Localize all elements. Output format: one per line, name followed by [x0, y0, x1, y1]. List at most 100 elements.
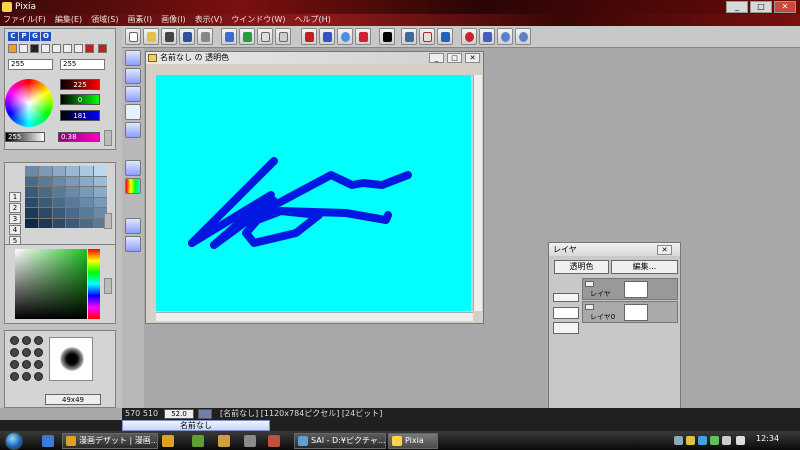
black-tool-icon[interactable] [30, 44, 39, 53]
dot-tool-icon[interactable] [41, 44, 50, 53]
doc-minimize-button[interactable]: _ [429, 53, 444, 63]
sphere2-icon[interactable] [515, 28, 531, 45]
color-scroll-button[interactable] [104, 130, 112, 146]
stamp-tool-button[interactable] [125, 218, 141, 234]
blue-slider[interactable]: 181 [60, 110, 100, 121]
black-swatch-icon[interactable] [379, 28, 395, 45]
transparent-button[interactable]: 透明色 [554, 260, 609, 274]
tray-icon-4[interactable] [710, 436, 719, 445]
brush-preset-5-icon[interactable] [22, 348, 31, 357]
maximize-button[interactable]: □ [750, 1, 772, 13]
zoom-field[interactable]: 52.0 [164, 409, 194, 419]
brush-preset-11-icon[interactable] [22, 372, 31, 381]
redo-icon[interactable] [239, 28, 255, 45]
document-tab[interactable]: 名前なし [122, 420, 270, 431]
tray-icon-1[interactable] [674, 436, 683, 445]
tab-g[interactable]: G [30, 32, 40, 41]
menu-region[interactable]: 領域(S) [91, 14, 118, 26]
task-pixia[interactable]: Pixia [388, 433, 438, 449]
zoom-arrow-icon[interactable] [198, 409, 212, 419]
copy-icon[interactable] [257, 28, 273, 45]
tab-c[interactable]: C [8, 32, 18, 41]
saturation-picker[interactable] [15, 249, 87, 319]
brush-preset-10-icon[interactable] [10, 372, 19, 381]
text-icon[interactable] [355, 28, 371, 45]
size-a-field[interactable]: 255 [8, 59, 53, 70]
menu-image[interactable]: 画像(I) [161, 14, 186, 26]
mask-icon[interactable] [479, 28, 495, 45]
pen-icon[interactable] [301, 28, 317, 45]
layer-visibility-checkbox[interactable] [585, 281, 594, 287]
stamp-icon[interactable] [197, 28, 213, 45]
document-vscroll[interactable] [473, 75, 482, 311]
flag-icon[interactable] [437, 28, 453, 45]
menu-pixel[interactable]: 画素(I) [127, 14, 152, 26]
media-quicklaunch-icon[interactable] [192, 435, 204, 447]
palette-row-3[interactable]: 3 [9, 214, 21, 224]
color-wheel[interactable] [5, 79, 53, 127]
doc-close-button[interactable]: ✕ [465, 53, 480, 63]
layer-edit-button[interactable]: 編集... [611, 260, 678, 274]
brush-preset-2-icon[interactable] [22, 336, 31, 345]
stamp-tool-icon[interactable] [85, 44, 94, 53]
tab-o[interactable]: O [41, 32, 51, 41]
eraser-tool-button[interactable] [125, 236, 141, 252]
close-button[interactable]: ✕ [774, 1, 796, 13]
red-slider[interactable]: 225 [60, 79, 100, 90]
lasso-tool-icon[interactable] [63, 44, 72, 53]
brush-icon[interactable] [319, 28, 335, 45]
open-icon[interactable] [143, 28, 159, 45]
brush-preset-7-icon[interactable] [10, 360, 19, 369]
layer-row[interactable]: レイヤ0 [582, 301, 678, 323]
pen-tool-icon[interactable] [19, 44, 28, 53]
pen-tool-button[interactable] [125, 50, 141, 66]
palette-scroll-button[interactable] [104, 213, 112, 229]
brush-preset-8-icon[interactable] [22, 360, 31, 369]
menu-edit[interactable]: 編集(E) [55, 14, 82, 26]
undo-icon[interactable] [221, 28, 237, 45]
fill-tool-icon[interactable] [8, 44, 17, 53]
tray-icon-3[interactable] [698, 436, 707, 445]
paste-icon[interactable] [275, 28, 291, 45]
sphere-icon[interactable] [497, 28, 513, 45]
opacity-slider[interactable]: 255 [5, 132, 45, 142]
menu-view[interactable]: 表示(V) [195, 14, 223, 26]
task-browser[interactable]: 漫画デザット | 漫画... [62, 433, 158, 449]
layer-tool-button[interactable] [125, 122, 141, 138]
drop-tool-icon[interactable] [52, 44, 61, 53]
target-icon[interactable] [461, 28, 477, 45]
shapes-icon[interactable] [419, 28, 435, 45]
ie-quicklaunch-icon[interactable] [42, 435, 54, 447]
size-b-field[interactable]: 255 [60, 59, 105, 70]
brush-preset-1-icon[interactable] [10, 336, 19, 345]
document-hscroll[interactable] [156, 312, 473, 321]
palette-row-4[interactable]: 4 [9, 225, 21, 235]
brush-preset-12-icon[interactable] [34, 372, 43, 381]
brush-preset-6-icon[interactable] [34, 348, 43, 357]
menu-file[interactable]: ファイル(F) [3, 14, 46, 26]
layer-row[interactable]: レイヤ [582, 278, 678, 300]
palette-grid[interactable] [25, 166, 107, 228]
globe-icon[interactable] [337, 28, 353, 45]
volume-icon[interactable] [736, 436, 745, 445]
start-button[interactable] [5, 432, 23, 450]
brush-tool-button[interactable] [125, 68, 141, 84]
app-quicklaunch-icon[interactable] [244, 435, 256, 447]
tab-p[interactable]: P [19, 32, 29, 41]
drawing-canvas[interactable] [156, 75, 471, 311]
rotate-tool-icon[interactable] [74, 44, 83, 53]
folder-quicklaunch-icon[interactable] [218, 435, 230, 447]
chrome-quicklaunch-icon[interactable] [162, 435, 174, 447]
layer-pen-icon[interactable] [553, 307, 579, 319]
brush-preset-3-icon[interactable] [34, 336, 43, 345]
picker-scroll-button[interactable] [104, 278, 112, 294]
minimize-button[interactable]: _ [726, 1, 748, 13]
brush-preset-4-icon[interactable] [10, 348, 19, 357]
save-icon[interactable] [179, 28, 195, 45]
camera-icon[interactable] [161, 28, 177, 45]
green-slider[interactable]: 0 [60, 94, 100, 105]
palette-row-1[interactable]: 1 [9, 192, 21, 202]
tray-icon-2[interactable] [686, 436, 695, 445]
task-sai[interactable]: SAI - D:¥ピクチャ... [294, 433, 386, 449]
hue-strip[interactable] [88, 249, 100, 319]
